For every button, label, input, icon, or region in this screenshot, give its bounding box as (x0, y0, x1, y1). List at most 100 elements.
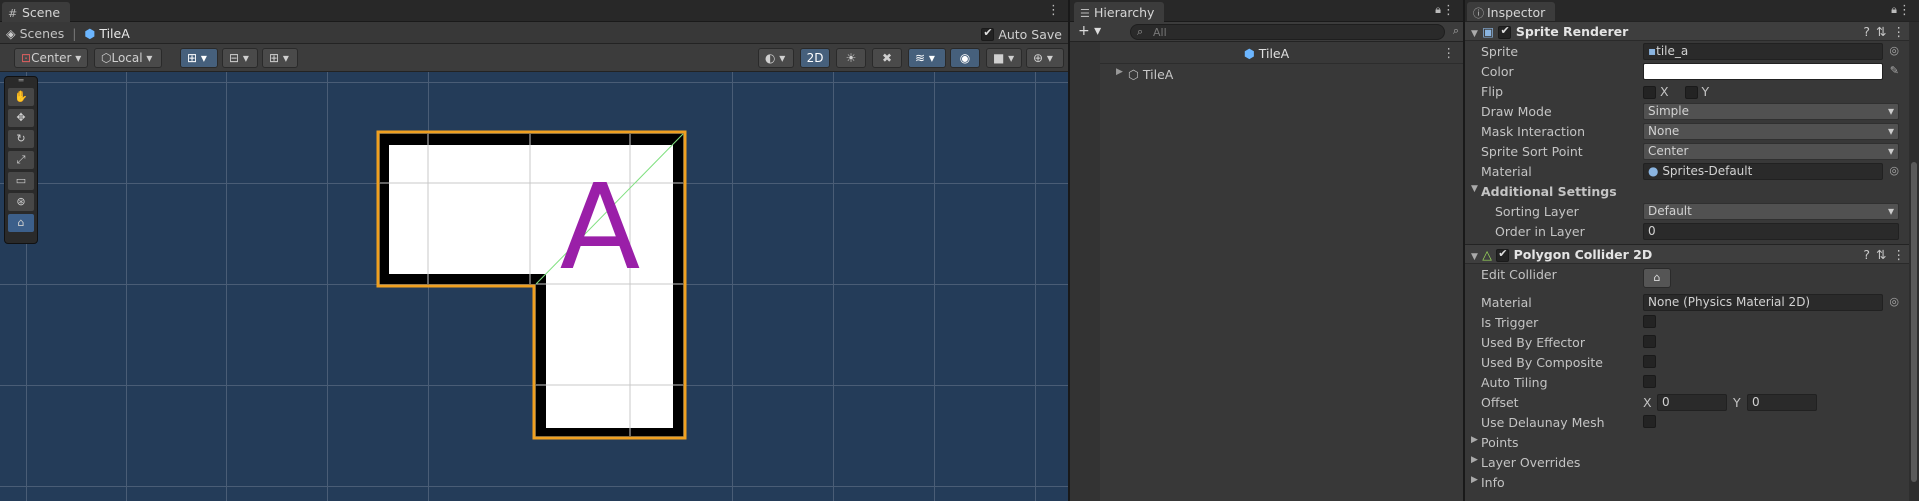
grid-toggle-button[interactable]: ⊞ ▾ (180, 48, 218, 68)
expand-arrow-icon[interactable]: ▶ (1116, 67, 1123, 77)
scene-viewport[interactable]: A (0, 72, 1068, 501)
sprite-renderer-header[interactable]: ▼ ▣ Sprite Renderer ?⇅⋮ (1465, 21, 1919, 41)
object-picker-icon[interactable]: ◎ (1889, 164, 1899, 177)
foldout-arrow-icon[interactable]: ▼ (1471, 252, 1478, 262)
hierarchy-menu-icon[interactable]: ⋮ (1442, 3, 1455, 18)
lock-icon[interactable]: 🔒︎ (1435, 3, 1441, 17)
foldout-arrow-icon[interactable]: ▼ (1471, 29, 1478, 39)
tile-sprite[interactable]: A (0, 72, 1068, 501)
flip-x-checkbox[interactable] (1643, 86, 1656, 99)
add-icon[interactable]: + ▾ (1078, 23, 1101, 39)
transform-tool-icon[interactable]: ⊛ (8, 193, 34, 211)
hierarchy-gutter (1070, 42, 1100, 501)
cube-icon: ⬡ (101, 51, 112, 65)
object-picker-icon[interactable]: ◎ (1889, 44, 1899, 57)
layer-overrides-row[interactable]: ▶ Layer Overrides (1465, 452, 1919, 472)
inspector-panel: ⓘInspector 🔒︎ ⋮ ▼ ▣ Sprite Renderer ?⇅⋮ … (1465, 0, 1919, 501)
effects-dropdown[interactable]: ≋ ▾ (908, 48, 946, 68)
polygon-collider-header[interactable]: ▼ △ Polygon Collider 2D ?⇅⋮ (1465, 244, 1919, 264)
hand-tool-icon[interactable]: ✋ (8, 88, 34, 106)
offset-row: Offset X 0 Y 0 (1465, 392, 1919, 412)
scrollbar-thumb[interactable] (1911, 162, 1917, 482)
autosave-checkbox[interactable] (981, 26, 995, 41)
snap-toggle-button[interactable]: ⊟ ▾ (222, 48, 258, 68)
audio-toggle-button[interactable]: ✖ (872, 48, 902, 68)
increment-snap-button[interactable]: ⊞ ▾ (262, 48, 298, 68)
sprite-row: Sprite ▪tile_a ◎ (1481, 43, 1899, 60)
prefab-menu-icon[interactable]: ⋮ (1443, 45, 1456, 60)
camera-icon: ■ ▾ (993, 51, 1015, 65)
order-in-layer-row: Order in Layer 0 (1465, 221, 1919, 241)
flip-row: Flip X Y (1481, 84, 1710, 99)
offset-y-input[interactable]: 0 (1747, 394, 1817, 411)
foldout-arrow-icon[interactable]: ▶ (1471, 475, 1478, 485)
scale-tool-icon[interactable]: ⤢ (8, 151, 34, 169)
camera-dropdown[interactable]: ■ ▾ (986, 48, 1022, 68)
search-filter-icon[interactable]: ⌕ (1453, 24, 1459, 38)
move-tool-icon[interactable]: ✥ (8, 109, 34, 127)
eyedropper-icon[interactable]: ✎ (1890, 64, 1899, 77)
scene-menu-icon[interactable]: ⋮ (1047, 3, 1060, 18)
offset-x-input[interactable]: 0 (1657, 394, 1727, 411)
visibility-toggle-button[interactable]: ◉ (950, 48, 980, 68)
space-dropdown[interactable]: ⬡Local ▾ (94, 48, 162, 68)
component-actions[interactable]: ?⇅⋮ (1863, 24, 1911, 39)
2d-toggle-button[interactable]: 2D (800, 48, 830, 68)
order-in-layer-input[interactable]: 0 (1643, 223, 1899, 240)
hierarchy-row-tilea[interactable]: ▶ ⬡ TileA (1070, 64, 1463, 84)
draw-mode-dropdown[interactable]: ◐ ▾ (758, 48, 794, 68)
polygon-collider-enabled-checkbox[interactable] (1496, 247, 1510, 262)
rotate-tool-icon[interactable]: ↻ (8, 130, 34, 148)
object-picker-icon[interactable]: ◎ (1889, 295, 1899, 308)
used-by-composite-checkbox[interactable] (1643, 355, 1656, 368)
material-field[interactable]: ● Sprites-Default (1643, 163, 1883, 180)
edit-collider-row: Edit Collider ⌂ (1465, 264, 1919, 292)
sort-point-dropdown[interactable]: Center (1643, 143, 1899, 160)
gizmos-dropdown[interactable]: ⊕ ▾ (1026, 48, 1064, 68)
tab-hierarchy[interactable]: ☰ Hierarchy (1074, 2, 1165, 22)
snap-icon: ⊟ ▾ (229, 51, 249, 65)
lighting-toggle-button[interactable]: ☀ (836, 48, 866, 68)
mask-interaction-dropdown[interactable]: None (1643, 123, 1899, 140)
tools-overlay: ═ ✋ ✥ ↻ ⤢ ▭ ⊛ ⌂ (4, 76, 38, 244)
component-actions[interactable]: ?⇅⋮ (1863, 247, 1911, 262)
edit-collider-button[interactable]: ⌂ (1643, 268, 1671, 288)
additional-settings-row[interactable]: ▼ Additional Settings (1465, 181, 1919, 201)
is-trigger-checkbox[interactable] (1643, 315, 1656, 328)
flip-y-checkbox[interactable] (1684, 86, 1698, 99)
inspector-scrollbar[interactable] (1909, 22, 1919, 501)
rect-tool-icon[interactable]: ▭ (8, 172, 34, 190)
foldout-arrow-icon[interactable]: ▼ (1471, 184, 1478, 194)
sprite-renderer-enabled-checkbox[interactable] (1498, 24, 1512, 39)
drag-handle-icon[interactable]: ═ (5, 77, 37, 85)
breadcrumb-current[interactable]: TileA (99, 26, 129, 41)
inspector-menu-icon[interactable]: ⋮ (1898, 3, 1911, 18)
draw-mode-dropdown[interactable]: Simple (1643, 103, 1899, 120)
tab-scene[interactable]: # Scene (2, 2, 71, 22)
used-by-effector-row: Used By Effector (1465, 332, 1919, 352)
tab-inspector[interactable]: ⓘ Inspector (1467, 2, 1556, 22)
lock-icon[interactable]: 🔒︎ (1891, 3, 1897, 17)
auto-tiling-checkbox[interactable] (1643, 375, 1656, 388)
points-row[interactable]: ▶ Points (1465, 432, 1919, 452)
foldout-arrow-icon[interactable]: ▶ (1471, 435, 1478, 445)
mask-interaction-row: Mask Interaction None (1465, 121, 1919, 141)
hierarchy-searchrow: + ▾ ⌕ All ⌕ (1070, 22, 1463, 42)
used-by-composite-row: Used By Composite (1465, 352, 1919, 372)
prefab-icon: ⬢ (84, 26, 96, 41)
used-by-effector-checkbox[interactable] (1643, 335, 1656, 348)
scene-tabbar: # Scene ⋮ (0, 0, 1068, 22)
sorting-layer-dropdown[interactable]: Default (1643, 203, 1899, 220)
breadcrumb-root[interactable]: Scenes (20, 26, 65, 41)
collider-material-field[interactable]: None (Physics Material 2D) (1643, 294, 1883, 311)
color-field[interactable] (1643, 63, 1883, 80)
foldout-arrow-icon[interactable]: ▶ (1471, 455, 1478, 465)
pivot-dropdown[interactable]: ⊡Center ▾ (14, 48, 88, 68)
autosave-toggle[interactable]: Auto Save (981, 26, 1062, 42)
delaunay-checkbox[interactable] (1643, 415, 1656, 428)
light-bulb-icon: ☀ (845, 51, 857, 65)
sprite-field[interactable]: ▪tile_a (1643, 43, 1883, 60)
info-row[interactable]: ▶ Info (1465, 472, 1919, 492)
hierarchy-search-input[interactable]: ⌕ All (1130, 24, 1445, 40)
edit-collider-tool-icon[interactable]: ⌂ (8, 214, 34, 232)
